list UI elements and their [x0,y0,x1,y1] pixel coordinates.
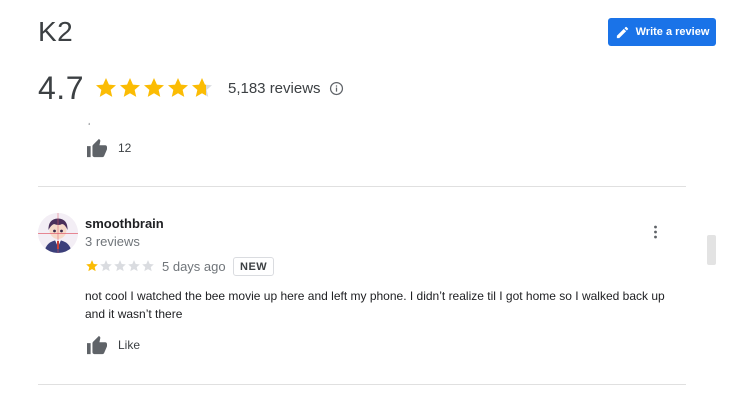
like-count: 12 [118,141,132,155]
write-review-label: Write a review [635,26,710,38]
star-icon [95,78,116,97]
star-icon [191,78,212,97]
like-button[interactable]: Like [86,335,140,355]
reviewer-review-count: 3 reviews [85,234,140,249]
rating-value: 4.7 [38,69,84,106]
pencil-icon [615,25,630,40]
scrollbar-thumb[interactable] [707,235,716,265]
star-icon [128,260,140,272]
star-icon [119,78,140,97]
review-stars [85,259,155,273]
review-divider [38,186,686,187]
star-icon [114,260,126,272]
like-label: Like [118,338,141,352]
review-text: not cool I watched the bee movie up here… [85,289,665,321]
star-icon [142,260,154,272]
rating-summary: 4.7 5,183 reviews [38,66,344,110]
reviewer-name[interactable]: smoothbrain [85,216,164,231]
rating-stars [94,76,214,100]
write-review-button[interactable]: Write a review [608,18,716,46]
review-date: 5 days ago [162,259,226,274]
star-icon [167,78,188,97]
star-icon [143,78,164,97]
star-icon [100,260,112,272]
new-badge: NEW [233,257,275,276]
star-icon [86,260,98,272]
avatar[interactable] [38,213,78,253]
more-vert-icon[interactable] [646,222,664,242]
info-icon[interactable] [329,81,344,96]
review-count[interactable]: 5,183 reviews [228,80,321,97]
thumbs-up-icon [86,138,108,158]
previous-review-like-button[interactable]: 12 [86,138,131,158]
review-divider [38,384,686,385]
thumbs-up-icon [86,335,108,355]
place-title: K2 [38,16,74,47]
truncated-review-text: ¸ [88,116,91,125]
